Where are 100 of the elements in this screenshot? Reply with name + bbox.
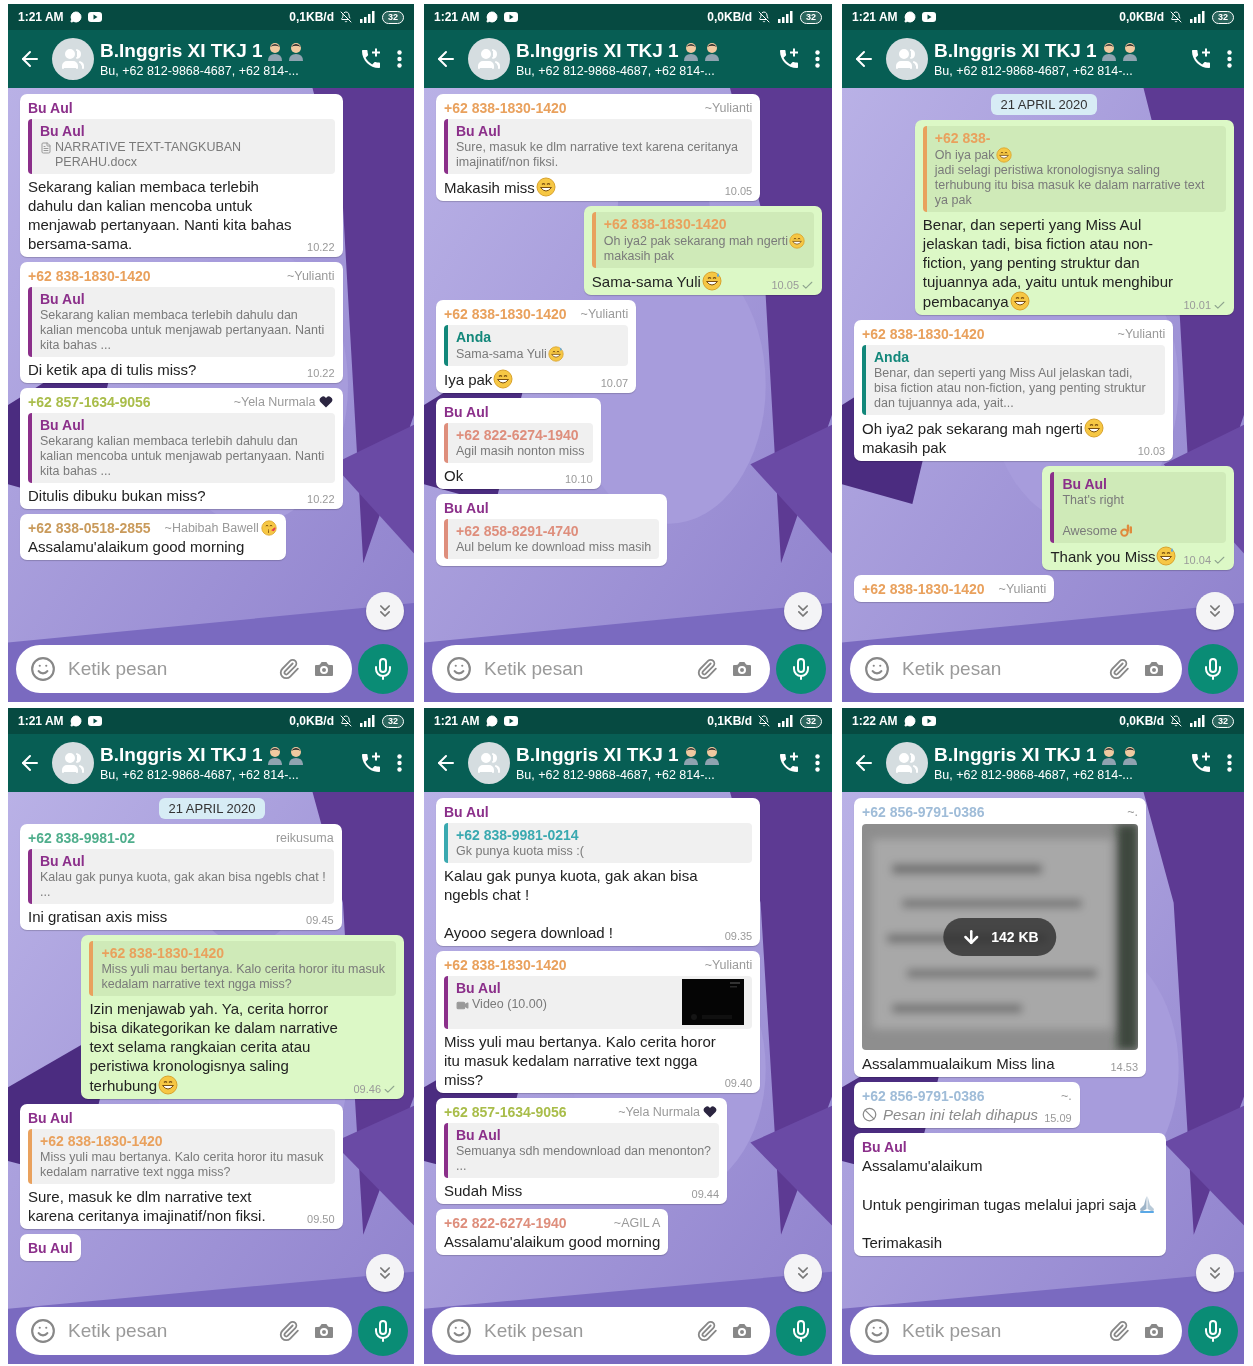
chat-title[interactable]: B.Inggris XI TKJ 1 <box>934 744 1097 766</box>
message-text: Oh iya2 pak sekarang mah ngerti <box>862 420 1083 437</box>
chat-title[interactable]: B.Inggris XI TKJ 1 <box>100 744 263 766</box>
quoted-message[interactable]: Anda Sama-sama Yuli <box>444 325 629 366</box>
message-text: Ini gratisan axis miss <box>28 908 168 925</box>
message-input[interactable]: Ketik pesan <box>432 645 770 693</box>
quoted-message[interactable]: Bu Aul Kalau gak punya kuota, gak akan bisa ngebls chat ! ... <box>28 849 334 904</box>
emoji-icon[interactable] <box>864 656 890 682</box>
date-chip: 21 APRIL 2020 <box>158 798 266 819</box>
chat-subtitle: Bu, +62 812-9868-4687, +62 814-... <box>934 768 1134 782</box>
grinning-emoji-icon <box>1009 291 1030 311</box>
play-notification-icon <box>921 12 936 22</box>
message-input[interactable]: Ketik pesan <box>16 645 352 693</box>
message-time: 09.50 <box>307 1213 335 1226</box>
sender-name: Bu Aul <box>444 403 489 420</box>
person-emoji-icon <box>286 745 305 765</box>
heart-icon <box>317 393 334 410</box>
quoted-message[interactable]: Anda Benar, dan seperti yang Miss Aul jelaskan tadi, bisa fiction atau non-fiction, yang penting struktur dan tujuannya ada, yait... <box>862 345 1166 415</box>
chat-subtitle: Bu, +62 812-9868-4687, +62 814-... <box>516 64 716 78</box>
quote-author: +62 838- <box>934 129 992 147</box>
quoted-message[interactable]: Bu Aul Sekarang kalian membaca terlebih dahulu dan kalian mencoba untuk menjawab pertanyaan. Nanti kita bahas ... <box>28 287 335 357</box>
message-input[interactable]: Ketik pesan <box>16 1307 352 1355</box>
quote-text: Sama-sama Yuli <box>456 347 547 361</box>
network-speed: 0,1KB/d <box>707 714 752 728</box>
person-emoji-icon <box>702 41 721 61</box>
person-emoji-icon <box>265 745 284 765</box>
chat-notification-icon <box>485 715 498 727</box>
attach-icon[interactable] <box>696 658 718 680</box>
sender-name: +62 838-1830-1420 <box>862 325 985 342</box>
bell-off-icon <box>340 715 352 727</box>
more-vertical-icon <box>1227 50 1232 68</box>
quoted-message[interactable]: +62 858-8291-4740 Aul belum ke download miss masih <box>444 519 660 559</box>
message-text: Ditulis dibuku bukan miss? <box>28 487 206 504</box>
more-vertical-icon <box>397 754 402 772</box>
message-text: Iya pak <box>444 371 493 388</box>
attach-icon[interactable] <box>278 658 300 680</box>
group-avatar[interactable] <box>52 38 94 80</box>
signal-icon <box>1188 11 1206 23</box>
quote-text: Sekarang kalian membaca terlebih dahulu dan kalian mencoba untuk menjawab pertanyaan. Nanti kita bahas ... <box>40 434 325 478</box>
quote-text: Benar, dan seperti yang Miss Aul jelaskan tadi, bisa fiction atau non-fiction, yang penting struktur dan tujuannya ada, yait... <box>874 366 1146 410</box>
quote-text: Miss yuli mau bertanya. Kalo cerita horor itu masuk kedalam narrative text ngga miss? <box>101 962 385 991</box>
grinning-emoji-icon <box>158 1075 178 1095</box>
chat-title[interactable]: B.Inggris XI TKJ 1 <box>100 40 263 62</box>
sender-alias: ~Yulianti <box>286 268 335 283</box>
quoted-message[interactable]: Bu Aul Sure, masuk ke dlm narrative text karena ceritanya imajinatif/non fiksi. <box>444 119 753 174</box>
date-chip: 21 APRIL 2020 <box>990 94 1098 115</box>
sender-name: +62 838-0518-2855 <box>28 519 151 536</box>
attach-icon[interactable] <box>278 1320 300 1342</box>
emoji-icon[interactable] <box>30 656 56 682</box>
status-time: 1:21 AM <box>434 10 480 24</box>
group-avatar[interactable] <box>886 742 928 784</box>
chat-subtitle: Bu, +62 812-9868-4687, +62 814-... <box>934 64 1134 78</box>
chat-title[interactable]: B.Inggris XI TKJ 1 <box>516 40 679 62</box>
sender-name: Bu Aul <box>28 1109 73 1126</box>
sweat-smile-emoji-icon <box>547 346 564 362</box>
person-emoji-icon <box>1120 745 1139 765</box>
status-time: 1:21 AM <box>434 714 480 728</box>
message-text: Ok <box>444 467 464 484</box>
network-speed: 0,0KB/d <box>707 10 752 24</box>
quoted-message[interactable]: +62 838-1830-1420 Oh iya2 pak sekarang mah ngerti makasih pak <box>591 212 814 268</box>
quoted-message[interactable]: +62 822-6274-1940 Agil masih nonton miss <box>444 423 593 463</box>
quote-author: Bu Aul <box>40 416 86 434</box>
chat-notification-icon <box>903 715 916 727</box>
sender-name: Bu Aul <box>28 1239 73 1256</box>
quoted-message[interactable]: Bu Aul Sekarang kalian membaca terlebih dahulu dan kalian mencoba untuk menjawab pertanyaan. Nanti kita bahas ... <box>28 413 335 483</box>
quoted-message[interactable]: Bu Aul That's right Awesome <box>1050 472 1226 543</box>
quoted-message[interactable]: Bu Aul NARRATIVE TEXT-TANGKUBAN PERAHU.docx <box>28 119 335 174</box>
message-time: 09.46 <box>353 1083 381 1096</box>
attach-icon[interactable] <box>1108 658 1130 680</box>
emoji-icon[interactable] <box>30 1318 56 1344</box>
kiss-emoji-icon <box>260 519 277 536</box>
battery-indicator: 32 <box>800 714 822 728</box>
quote-author: Anda <box>456 328 492 346</box>
emoji-icon[interactable] <box>446 656 472 682</box>
sender-alias: ~Yulianti <box>580 306 629 321</box>
group-avatar[interactable] <box>52 742 94 784</box>
quote-text: Miss yuli mau bertanya. Kalo cerita horor itu masuk kedalam narrative text ngga miss? <box>40 1150 324 1179</box>
group-avatar[interactable] <box>468 742 510 784</box>
person-emoji-icon <box>1120 41 1139 61</box>
group-avatar[interactable] <box>468 38 510 80</box>
message-input[interactable]: Ketik pesan <box>850 645 1182 693</box>
quote-text: Kalau gak punya kuota, gak akan bisa ngebls chat ! ... <box>40 870 326 899</box>
quoted-message[interactable]: +62 838-1830-1420 Miss yuli mau bertanya. Kalo cerita horor itu masuk kedalam narrative text ngga miss? <box>89 941 396 996</box>
quoted-message[interactable]: +62 838- Oh iya pak jadi selagi peristiwa kronologisnya saling terhubung itu bisa masuk ke dalam narrative text ya pak <box>922 126 1226 212</box>
message-time: 10.07 <box>600 377 629 390</box>
quote-text: Awesome <box>1062 524 1118 538</box>
group-avatar[interactable] <box>886 38 928 80</box>
add-call-icon <box>359 47 383 71</box>
play-notification-icon <box>921 716 936 726</box>
quote-text: That's right <box>1062 493 1124 507</box>
bell-off-icon <box>758 11 770 23</box>
quoted-message[interactable]: +62 838-1830-1420 Miss yuli mau bertanya. Kalo cerita horor itu masuk kedalam narrative text ngga miss? <box>28 1129 335 1184</box>
more-vertical-icon <box>815 754 820 772</box>
bell-off-icon <box>1170 11 1182 23</box>
chat-title[interactable]: B.Inggris XI TKJ 1 <box>516 744 679 766</box>
message-time: 10.22 <box>307 493 335 506</box>
group-icon <box>477 47 501 71</box>
ok-hand-icon <box>1118 523 1135 539</box>
person-emoji-icon <box>1099 41 1118 61</box>
chat-title[interactable]: B.Inggris XI TKJ 1 <box>934 40 1097 62</box>
